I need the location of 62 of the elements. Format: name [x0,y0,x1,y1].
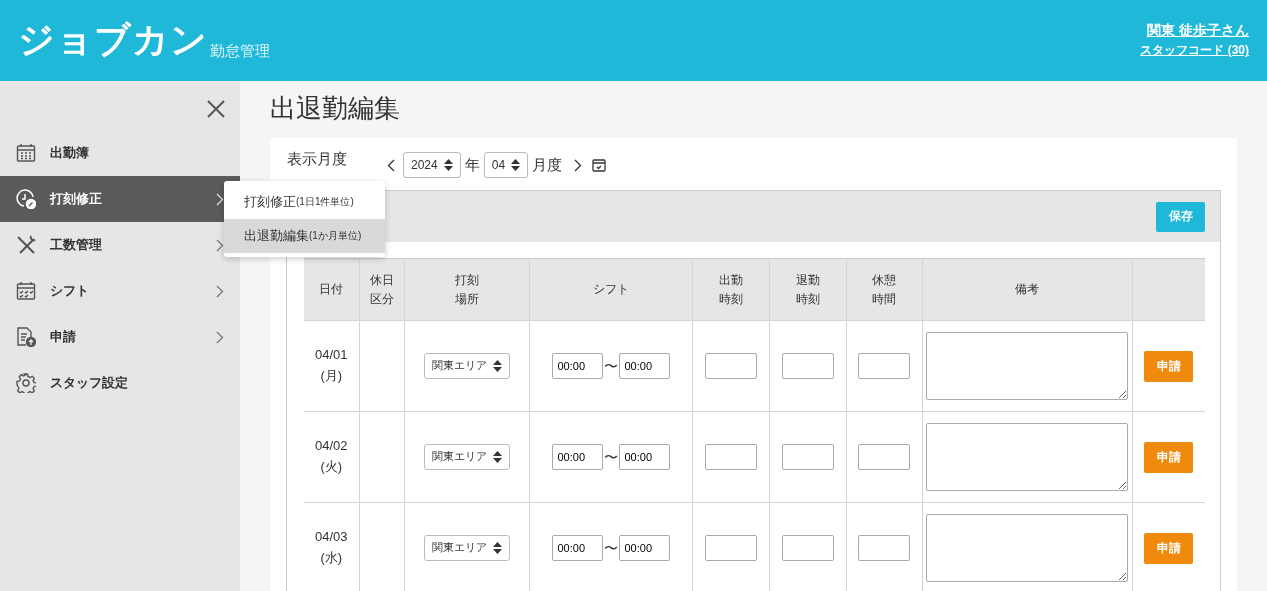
calendar-icon[interactable] [592,158,607,172]
app-subtitle: 勤怠管理 [210,42,270,61]
column-header: 日付 [304,258,359,321]
break-time-field[interactable] [858,444,910,470]
month-unit: 月度 [532,155,563,175]
clock-in-field[interactable] [704,353,757,379]
range-separator: 〜 [603,447,618,467]
spinner-icon [443,159,453,171]
sidebar-item[interactable]: 申請 [0,314,240,360]
clock-in-field[interactable] [704,535,757,561]
column-header: 休日 区分 [359,258,404,321]
calendar-check-icon [16,281,36,301]
spinner-icon [492,360,502,372]
column-header: 打刻 場所 [404,258,529,321]
shift-start-field[interactable]: 00:00 [551,444,603,470]
clock-out-field[interactable] [781,353,834,379]
spinner-icon [492,451,502,463]
remarks-field[interactable] [926,332,1128,400]
chevron-right-icon[interactable] [574,158,583,172]
year-select[interactable]: 2024 [403,152,461,178]
submenu-item[interactable]: 出退勤編集(1か月単位) [224,219,385,253]
date-cell: 04/01 (月) [304,320,359,412]
clock-out-field[interactable] [781,444,834,470]
range-separator: 〜 [603,356,618,376]
date-cell: 04/02 (火) [304,411,359,503]
break-time-field[interactable] [858,353,910,379]
shift-end-field[interactable]: 00:00 [618,444,670,470]
column-header: 退勤 時刻 [769,258,846,321]
sidebar-item[interactable]: シフト [0,268,240,314]
location-select[interactable]: 関東エリア [423,353,510,379]
location-select[interactable]: 関東エリア [423,444,510,470]
spinner-icon [511,159,521,171]
sidebar-item[interactable]: 打刻修正 [0,176,240,222]
range-separator: 〜 [603,538,618,558]
location-select[interactable]: 関東エリア [423,535,510,561]
calendar-icon [16,143,36,163]
sidebar-item[interactable]: 出勤簿 [0,130,240,176]
shift-end-field[interactable]: 00:00 [618,353,670,379]
tools-icon [16,235,36,255]
sidebar-item[interactable]: スタッフ設定 [0,360,240,406]
clock-out-field[interactable] [781,535,834,561]
column-header: 備考 [922,258,1132,321]
settings-icon [16,373,36,393]
shift-start-field[interactable]: 00:00 [551,535,603,561]
remarks-field[interactable] [926,514,1128,582]
clock-in-field[interactable] [704,444,757,470]
shift-end-field[interactable]: 00:00 [618,535,670,561]
remarks-field[interactable] [926,423,1128,491]
column-header: シフト [529,258,692,321]
chevron-left-icon[interactable] [387,158,395,172]
column-header: 出勤 時刻 [692,258,769,321]
clock-pencil-icon [16,189,36,209]
break-time-field[interactable] [858,535,910,561]
spinner-icon [492,542,502,554]
document-upload-icon [16,327,36,347]
month-label: 表示月度 [287,150,348,169]
year-unit: 年 [464,155,480,175]
shift-start-field[interactable]: 00:00 [551,353,603,379]
column-header: 休憩 時間 [846,258,922,321]
month-select[interactable]: 04 [483,152,529,178]
page-title: 出退勤編集 [270,92,401,125]
close-icon[interactable] [207,100,225,118]
